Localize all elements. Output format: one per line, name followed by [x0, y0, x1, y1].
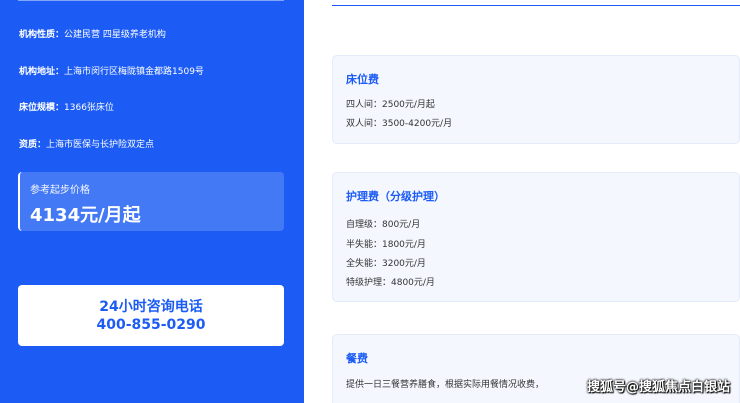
watermark: 搜狐号@搜狐焦点白银站 [586, 380, 730, 395]
fee-line: 四人间：2500元/月起 [346, 100, 435, 110]
fee-title: 餐费 [346, 352, 368, 365]
price-value: 4134元/月起 [30, 205, 141, 226]
info-qualification: 资质：上海市医保与长护险双定点 [19, 139, 154, 151]
info-address-label: 机构地址： [19, 67, 65, 77]
info-qualification-label: 资质： [19, 140, 47, 150]
fee-card-bed: 床位费 四人间：2500元/月起 双人间：3500-4200元/月 [332, 55, 740, 144]
price-caption: 参考起步价格 [30, 185, 90, 196]
hotline-title: 24小时咨询电话 [99, 299, 203, 315]
info-qualification-value: 上海市医保与长护险双定点 [46, 140, 155, 150]
info-beds-value: 1366张床位 [64, 103, 114, 113]
info-address-value: 上海市闵行区梅陇镇金都路1509号 [64, 67, 204, 77]
info-panel: 机构性质：公建民营 四星级养老机构 机构地址：上海市闵行区梅陇镇金都路1509号… [0, 0, 304, 403]
fee-title: 护理费（分级护理） [346, 190, 445, 203]
hotline-number[interactable]: 400-855-0290 [18, 317, 284, 333]
info-nature-value: 公建民营 四星级养老机构 [64, 30, 166, 40]
info-address: 机构地址：上海市闵行区梅陇镇金都路1509号 [19, 66, 204, 78]
fee-line: 双人间：3500-4200元/月 [346, 119, 453, 129]
info-nature: 机构性质：公建民营 四星级养老机构 [19, 29, 166, 41]
price-box: 参考起步价格 4134元/月起 [18, 172, 284, 231]
info-nature-label: 机构性质： [19, 30, 65, 40]
fee-line: 自理级：800元/月 [346, 220, 421, 230]
fee-line: 提供一日三餐营养膳食，根据实际用餐情况收费， [346, 380, 545, 390]
info-beds-label: 床位规模： [19, 103, 65, 113]
fees-panel: 床位费 四人间：2500元/月起 双人间：3500-4200元/月 护理费（分级… [304, 0, 740, 403]
fee-line: 特级护理：4800元/月 [346, 278, 435, 288]
divider [18, 0, 284, 1]
info-beds: 床位规模：1366张床位 [19, 102, 114, 114]
fee-title: 床位费 [346, 73, 379, 86]
hotline-button[interactable]: 24小时咨询电话 400-855-0290 [18, 285, 284, 346]
fee-line: 半失能：1800元/月 [346, 240, 426, 250]
fee-card-care: 护理费（分级护理） 自理级：800元/月 半失能：1800元/月 全失能：320… [332, 172, 740, 302]
fee-line: 全失能：3200元/月 [346, 259, 426, 269]
divider [332, 5, 740, 6]
